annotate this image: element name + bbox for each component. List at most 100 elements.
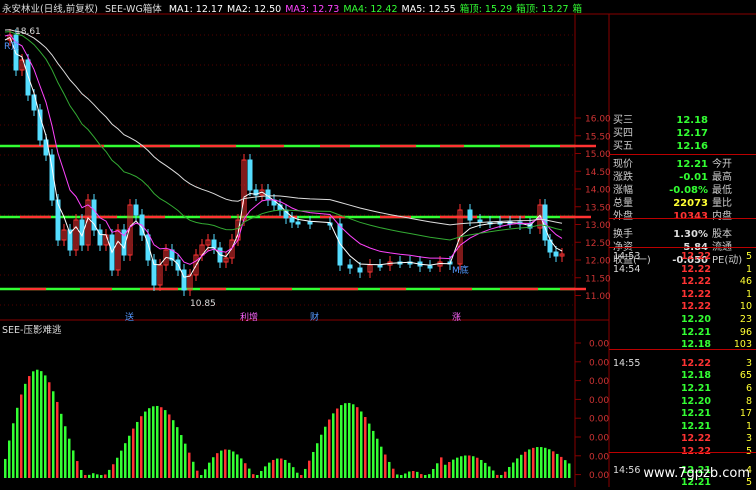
tick-price: 12.22 xyxy=(680,276,711,288)
quote-right-label: 股本 xyxy=(712,228,732,240)
indicator-bar xyxy=(168,414,171,478)
indicator-name: SEE-WG箱体 xyxy=(104,4,162,15)
indicator-bar xyxy=(396,474,399,478)
indicator-bar xyxy=(352,404,355,478)
indicator-bar xyxy=(548,449,551,478)
price-tick-label: 15.00 xyxy=(585,150,611,160)
quote-value: 12.17 xyxy=(676,128,708,140)
indicator-bar xyxy=(336,408,339,478)
quote-right-label: 最高 xyxy=(712,171,732,183)
tick-price: 12.18 xyxy=(680,370,711,382)
indicator-bar xyxy=(480,459,483,478)
indicator-bar xyxy=(464,455,467,478)
indicator-bar xyxy=(196,470,199,478)
quote-label: 买五 xyxy=(613,141,633,153)
indicator-title: SEE-压影难逃 xyxy=(2,325,62,336)
indicator-bar xyxy=(204,469,207,478)
indicator-bar xyxy=(328,419,331,478)
indicator-bar xyxy=(392,468,395,478)
indicator-bar xyxy=(156,405,159,478)
tick-volume: 65 xyxy=(739,370,752,382)
ma-label-3: MA4: 12.42 xyxy=(343,4,398,15)
indicator-bar xyxy=(60,413,63,478)
indicator-bar xyxy=(568,463,571,478)
lower-tick-label: 0.00 xyxy=(589,358,609,368)
tick-volume: 10 xyxy=(739,301,752,313)
indicator-bar xyxy=(552,451,555,478)
indicator-bar xyxy=(536,447,539,478)
candle xyxy=(347,264,353,269)
indicator-bar xyxy=(44,375,47,478)
indicator-bar xyxy=(172,420,175,478)
indicator-bar xyxy=(360,411,363,478)
indicator-bar xyxy=(420,474,423,478)
indicator-bar xyxy=(560,456,563,478)
indicator-bar xyxy=(564,460,567,478)
tick-time: 14:53 xyxy=(613,251,641,262)
indicator-bar xyxy=(544,447,547,478)
indicator-bar xyxy=(372,430,375,478)
indicator-bar xyxy=(208,462,211,478)
tick-time: 14:55 xyxy=(613,357,641,369)
indicator-bar xyxy=(96,474,99,478)
indicator-bar xyxy=(20,394,23,478)
indicator-bar xyxy=(408,471,411,478)
ma-label-0: MA1: 12.17 xyxy=(168,4,224,15)
indicator-bar xyxy=(448,462,451,478)
indicator-bar xyxy=(528,449,531,478)
indicator-bar xyxy=(556,453,559,478)
indicator-bar xyxy=(24,383,27,478)
quote-value: 12.21 xyxy=(676,158,708,170)
quote-row: 买五 12.16 xyxy=(609,140,756,154)
quote-label: 涨幅 xyxy=(613,185,633,196)
price-tick-label: 11.50 xyxy=(585,274,611,284)
indicator-bar xyxy=(344,403,347,478)
panel-divider xyxy=(609,452,756,453)
indicator-bar xyxy=(272,459,275,478)
tick-row: 14:55 12.22 3 xyxy=(609,358,756,371)
quote-value: 1.30% xyxy=(673,228,708,240)
quote-row: 买三 12.18 xyxy=(609,114,756,128)
tick-volume: 5 xyxy=(745,251,752,262)
indicator-bar xyxy=(176,427,179,478)
m-bottom-label: M底 xyxy=(452,264,469,276)
indicator-bar xyxy=(160,407,163,478)
candle xyxy=(295,221,301,225)
candle xyxy=(477,219,483,223)
indicator-bar xyxy=(164,410,167,478)
indicator-bar xyxy=(132,428,135,478)
indicator-bar xyxy=(460,456,463,478)
ma-label-7: 箱 xyxy=(572,4,583,15)
tick-price: 12.21 xyxy=(680,420,711,432)
price-tick-label: 12.50 xyxy=(585,239,611,249)
quote-label: 现价 xyxy=(613,158,633,170)
chart-header: 永安林业(日线,前复权) SEE-WG箱体 MA1: 12.17 MA2: 12.… xyxy=(2,1,590,15)
tick-price: 12.22 xyxy=(680,433,711,445)
tick-volume: 1 xyxy=(745,420,752,432)
indicator-bar xyxy=(4,458,7,478)
tick-price: 12.21 xyxy=(680,326,711,338)
price-tick-label: 16.00 xyxy=(585,115,611,125)
indicator-bar xyxy=(456,457,459,478)
quote-right-label: 最低 xyxy=(712,185,732,196)
tick-price: 12.22 xyxy=(680,263,711,275)
indicator-bar xyxy=(296,472,299,478)
panel-divider xyxy=(609,218,756,219)
candle xyxy=(427,265,433,269)
tick-row: 12.21 96 xyxy=(609,327,756,340)
tick-row: 14:53 12.22 5 xyxy=(609,251,756,264)
candle xyxy=(467,209,473,221)
indicator-bar xyxy=(232,451,235,478)
candle xyxy=(377,264,383,268)
lower-tick-label: 0.00 xyxy=(589,340,609,350)
indicator-bar xyxy=(244,463,247,478)
indicator-bar xyxy=(112,464,115,478)
quote-label: 涨跌 xyxy=(613,171,633,183)
tick-row: 12.21 17 xyxy=(609,408,756,421)
ma-label-1: MA2: 12.50 xyxy=(227,4,282,15)
quote-right-label: 今开 xyxy=(712,158,732,170)
tick-volume: 46 xyxy=(739,276,752,288)
price-tick-label: 13.50 xyxy=(585,203,611,213)
indicator-bar xyxy=(16,407,19,478)
high-label: 18.61 xyxy=(15,27,41,37)
